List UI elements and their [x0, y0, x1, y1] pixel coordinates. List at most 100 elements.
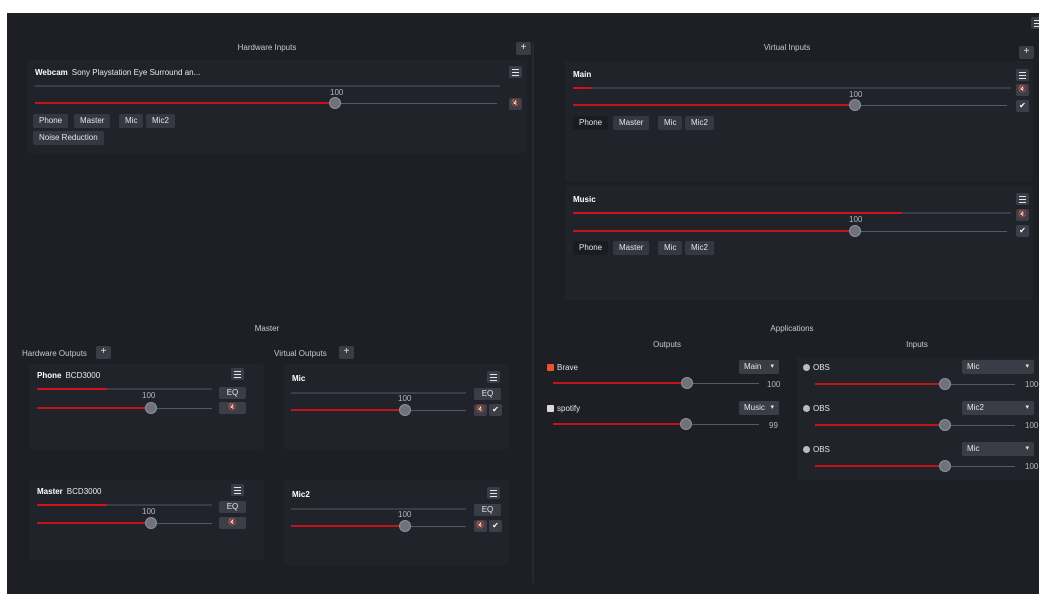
slider-knob[interactable] [398, 404, 411, 416]
hardware-input-route-mic[interactable]: Mic [119, 114, 144, 128]
app-input-volume-slider-obs-3[interactable] [815, 460, 1015, 472]
virtual-output-check-button-mic2[interactable]: ✔ [489, 520, 502, 532]
hardware-input-route-phone[interactable]: Phone [33, 114, 69, 128]
app-output-volume-value-spotify: 99 [769, 421, 778, 430]
virtual-input-meter-music [573, 212, 1011, 214]
add-virtual-input-button[interactable]: + [1019, 46, 1034, 59]
hardware-input-meter [35, 85, 500, 87]
virtual-input-check-button-main[interactable]: ✔ [1016, 100, 1029, 112]
caret-down-icon: ▾ [770, 363, 774, 370]
virtual-output-volume-slider-mic2[interactable] [291, 520, 466, 532]
virtual-input-check-button-music[interactable]: ✔ [1016, 225, 1029, 237]
app-input-target-dropdown-obs-2[interactable]: Mic2 ▾ [962, 401, 1034, 415]
hardware-output-volume-slider-master[interactable] [37, 517, 212, 529]
noise-reduction-button[interactable]: Noise Reduction [33, 131, 104, 145]
virtual-output-mute-button-mic[interactable]: 🔇 [474, 404, 487, 416]
hardware-input-volume-slider[interactable] [35, 97, 497, 109]
hardware-inputs-title: Hardware Inputs [237, 43, 297, 52]
applications-title: Applications [770, 324, 814, 333]
add-hardware-output-button[interactable]: + [96, 346, 111, 359]
virtual-output-mute-button-mic2[interactable]: 🔇 [474, 520, 487, 532]
app-input-volume-value-obs-2: 100 [1025, 421, 1039, 430]
slider-knob[interactable] [680, 377, 693, 389]
virtual-output-eq-button-mic[interactable]: EQ [474, 388, 501, 400]
virtual-output-volume-value-mic: 100 [398, 394, 412, 403]
virtual-input-route-mic-main[interactable]: Mic [658, 116, 683, 130]
hardware-output-eq-button-phone[interactable]: EQ [219, 387, 246, 399]
app-input-target-dropdown-obs-1[interactable]: Mic ▾ [962, 360, 1034, 374]
spotify-icon [547, 405, 554, 412]
hardware-input-menu-button[interactable] [509, 66, 522, 78]
obs-icon [803, 446, 810, 453]
hardware-output-mute-button-phone[interactable]: 🔇 [219, 402, 246, 414]
virtual-output-card-mic: Mic 100 EQ 🔇 ✔ [284, 364, 509, 449]
caret-down-icon: ▾ [1025, 363, 1029, 370]
virtual-input-menu-button-music[interactable] [1016, 193, 1029, 205]
app-output-name-brave: Brave [547, 363, 578, 372]
virtual-output-volume-value-mic2: 100 [398, 510, 412, 519]
audio-mixer-window: Hardware Inputs + Webcam Sony Playstation… [7, 13, 1039, 594]
virtual-input-route-mic2-main[interactable]: Mic2 [685, 116, 714, 130]
virtual-input-route-mic-music[interactable]: Mic [658, 241, 683, 255]
app-outputs-title: Outputs [652, 340, 681, 349]
slider-knob[interactable] [939, 378, 951, 390]
virtual-input-route-master-main[interactable]: Master [613, 116, 650, 130]
hardware-input-card: Webcam Sony Playstation Eye Surround an..… [27, 60, 527, 153]
virtual-inputs-title: Virtual Inputs [763, 43, 811, 52]
hardware-input-route-mic2[interactable]: Mic2 [146, 114, 175, 128]
virtual-input-meter-main [573, 87, 1011, 89]
app-output-name-spotify: spotify [547, 404, 580, 413]
app-input-target-dropdown-obs-3[interactable]: Mic ▾ [962, 442, 1034, 456]
hardware-output-volume-slider-phone[interactable] [37, 402, 212, 414]
hardware-input-route-master[interactable]: Master [74, 114, 111, 128]
virtual-output-volume-slider-mic[interactable] [291, 404, 466, 416]
virtual-input-volume-slider-main[interactable] [573, 99, 1007, 111]
app-input-volume-slider-obs-2[interactable] [815, 419, 1015, 431]
hardware-output-card-phone: Phone BCD3000 100 EQ 🔇 [29, 364, 264, 449]
virtual-output-title-mic: Mic [292, 374, 306, 383]
virtual-output-eq-button-mic2[interactable]: EQ [474, 504, 501, 516]
virtual-input-mute-button-music[interactable]: 🔇 [1016, 209, 1029, 221]
hardware-output-menu-button-master[interactable] [231, 484, 244, 496]
virtual-input-route-phone-main[interactable]: Phone [573, 116, 609, 130]
hardware-output-menu-button-phone[interactable] [231, 368, 244, 380]
virtual-input-title-music: Music [573, 195, 596, 204]
virtual-input-menu-button-main[interactable] [1016, 69, 1029, 81]
virtual-input-mute-button-main[interactable]: 🔇 [1016, 84, 1029, 96]
add-virtual-output-button[interactable]: + [339, 346, 354, 359]
app-output-volume-slider-spotify[interactable] [553, 418, 759, 430]
virtual-output-meter-mic [291, 392, 466, 394]
virtual-output-menu-button-mic2[interactable] [487, 487, 500, 499]
virtual-input-route-mic2-music[interactable]: Mic2 [685, 241, 714, 255]
slider-knob[interactable] [849, 225, 862, 237]
hardware-input-name: Webcam [35, 68, 68, 77]
slider-knob[interactable] [679, 418, 692, 430]
hardware-output-meter-phone [37, 388, 212, 390]
app-input-volume-slider-obs-1[interactable] [815, 378, 1015, 390]
virtual-input-route-phone-music[interactable]: Phone [573, 241, 609, 255]
slider-knob[interactable] [849, 99, 862, 111]
slider-knob[interactable] [939, 460, 951, 472]
virtual-output-check-button-mic[interactable]: ✔ [489, 404, 502, 416]
virtual-input-title-main: Main [573, 70, 592, 79]
slider-knob[interactable] [398, 520, 411, 532]
app-inputs-title: Inputs [906, 340, 928, 349]
virtual-input-route-master-music[interactable]: Master [613, 241, 650, 255]
slider-knob[interactable] [144, 517, 157, 529]
slider-knob[interactable] [939, 419, 951, 431]
app-output-target-dropdown-spotify[interactable]: Music ▾ [739, 401, 779, 415]
global-menu-button[interactable] [1031, 17, 1039, 29]
virtual-output-card-mic2: Mic2 100 EQ 🔇 ✔ [284, 480, 509, 565]
virtual-input-volume-slider-music[interactable] [573, 225, 1007, 237]
hardware-output-mute-button-master[interactable]: 🔇 [219, 517, 246, 529]
add-hardware-input-button[interactable]: + [516, 42, 531, 55]
virtual-output-menu-button-mic[interactable] [487, 371, 500, 383]
app-output-target-dropdown-brave[interactable]: Main ▾ [739, 360, 779, 374]
brave-lion-icon [547, 364, 554, 371]
app-output-volume-value-brave: 100 [767, 380, 781, 389]
hardware-input-mute-button[interactable]: 🔇 [509, 98, 522, 110]
hardware-output-eq-button-master[interactable]: EQ [219, 501, 246, 513]
slider-knob[interactable] [329, 97, 342, 109]
slider-knob[interactable] [144, 402, 157, 414]
app-output-volume-slider-brave[interactable] [553, 377, 759, 389]
